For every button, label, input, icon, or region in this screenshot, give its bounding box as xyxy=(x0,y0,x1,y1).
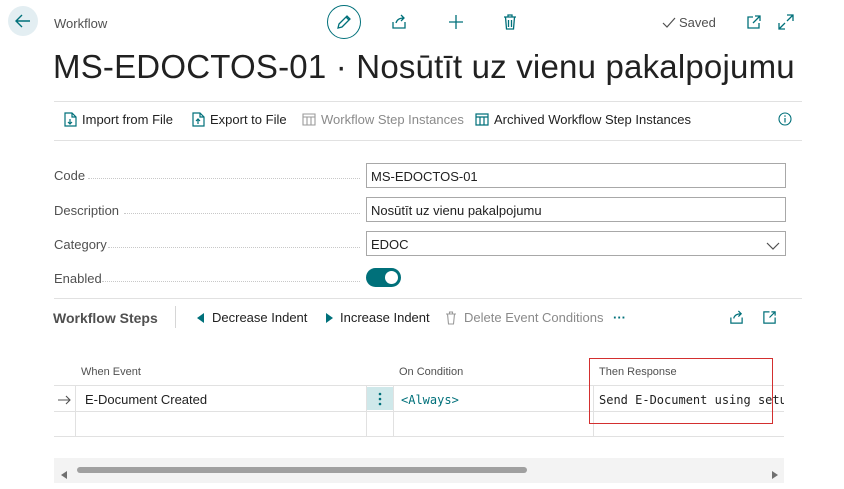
file-import-icon xyxy=(64,112,77,127)
scroll-right-icon[interactable] xyxy=(772,466,778,484)
leader-dots xyxy=(108,247,360,248)
export-label: Export to File xyxy=(210,112,287,127)
info-button[interactable] xyxy=(778,112,792,131)
open-in-new-button[interactable] xyxy=(762,310,777,330)
saved-label: Saved xyxy=(679,15,716,30)
save-status: Saved xyxy=(662,15,716,30)
open-new-window-button[interactable] xyxy=(744,12,764,32)
delete-event-conditions-button[interactable]: Delete Event Conditions xyxy=(445,310,603,325)
divider xyxy=(54,101,802,102)
enabled-toggle[interactable] xyxy=(366,268,401,287)
workflow-step-instances-button[interactable]: Workflow Step Instances xyxy=(302,112,464,127)
expand-button[interactable] xyxy=(776,12,796,32)
increase-indent-button[interactable]: Increase Indent xyxy=(325,310,430,325)
category-label: Category xyxy=(54,237,107,252)
share-list-button[interactable] xyxy=(729,310,744,330)
column-header-on-condition[interactable]: On Condition xyxy=(399,366,463,378)
checkmark-icon xyxy=(662,17,676,28)
import-from-file-button[interactable]: Import from File xyxy=(64,112,173,127)
triangle-right-icon xyxy=(326,312,333,323)
triangle-left-icon xyxy=(197,312,204,323)
share-icon xyxy=(392,14,406,29)
divider xyxy=(54,298,802,299)
plus-icon xyxy=(449,15,463,29)
expand-icon xyxy=(778,14,794,30)
delete-button[interactable] xyxy=(500,12,520,32)
row-actions-button[interactable] xyxy=(367,387,393,410)
code-label: Code xyxy=(54,168,86,183)
chevron-down-icon xyxy=(766,238,780,256)
share-button[interactable] xyxy=(389,12,409,32)
open-new-window-icon xyxy=(747,15,761,29)
vertical-ellipsis-icon xyxy=(378,392,382,405)
code-field[interactable]: MS-EDOCTOS-01 xyxy=(366,163,786,188)
trash-icon xyxy=(446,310,456,325)
more-options-button[interactable]: ··· xyxy=(613,310,626,325)
table-icon xyxy=(475,113,489,126)
category-value: EDOC xyxy=(371,237,409,252)
info-icon xyxy=(778,112,792,126)
grid-line xyxy=(393,385,394,436)
export-to-file-button[interactable]: Export to File xyxy=(192,112,287,127)
decrease-indent-label: Decrease Indent xyxy=(212,310,308,325)
step-instances-label: Workflow Step Instances xyxy=(321,112,464,127)
share-icon xyxy=(730,310,743,324)
enabled-label: Enabled xyxy=(54,271,102,286)
breadcrumb: Workflow xyxy=(54,16,108,31)
category-select[interactable]: EDOC xyxy=(366,231,786,256)
when-event-cell[interactable]: E-Document Created xyxy=(85,392,207,407)
leader-dots xyxy=(124,213,360,214)
leader-dots xyxy=(102,281,360,282)
new-button[interactable] xyxy=(446,12,466,32)
highlight-box xyxy=(589,358,773,424)
toggle-knob xyxy=(385,271,398,284)
leader-dots xyxy=(88,178,360,179)
pencil-icon xyxy=(337,15,351,29)
toolbar-separator xyxy=(175,306,176,328)
row-indicator-arrow-icon xyxy=(58,392,71,410)
scroll-left-icon[interactable] xyxy=(61,466,67,484)
trash-icon xyxy=(504,14,516,30)
open-new-window-icon xyxy=(763,311,776,324)
description-field[interactable]: Nosūtīt uz vienu pakalpojumu xyxy=(366,197,786,222)
arrow-left-icon xyxy=(15,14,30,28)
archived-label: Archived Workflow Step Instances xyxy=(494,112,692,127)
on-condition-cell[interactable]: <Always> xyxy=(401,393,459,407)
page-title: MS-EDOCTOS-01 · Nosūtīt uz vienu pakalpo… xyxy=(53,48,795,85)
column-header-when-event[interactable]: When Event xyxy=(81,366,141,378)
edit-button[interactable] xyxy=(327,5,361,39)
decrease-indent-button[interactable]: Decrease Indent xyxy=(197,310,307,325)
import-label: Import from File xyxy=(82,112,174,127)
scrollbar-thumb[interactable] xyxy=(77,467,527,473)
grid-line xyxy=(75,385,76,436)
back-button[interactable] xyxy=(8,6,38,36)
file-export-icon xyxy=(192,112,205,127)
archived-step-instances-button[interactable]: Archived Workflow Step Instances xyxy=(475,112,691,127)
grid-line xyxy=(54,436,784,437)
delete-conditions-label: Delete Event Conditions xyxy=(464,310,604,325)
workflow-steps-title: Workflow Steps xyxy=(53,310,158,326)
increase-indent-label: Increase Indent xyxy=(340,310,430,325)
description-label: Description xyxy=(54,203,120,218)
divider xyxy=(54,140,802,141)
table-icon xyxy=(302,113,316,126)
